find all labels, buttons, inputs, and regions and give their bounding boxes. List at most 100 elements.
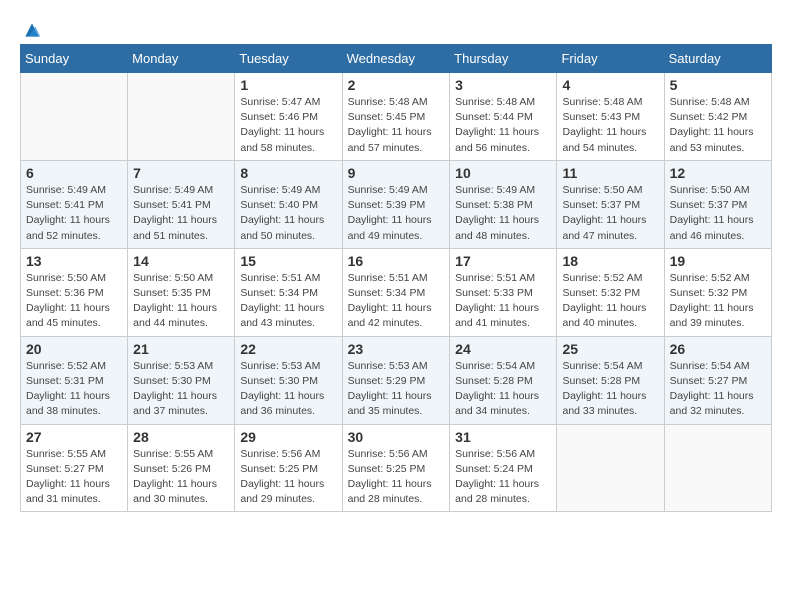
day-info: Sunrise: 5:48 AM Sunset: 5:45 PM Dayligh… bbox=[348, 95, 445, 156]
calendar-cell: 27Sunrise: 5:55 AM Sunset: 5:27 PM Dayli… bbox=[21, 424, 128, 512]
day-number: 31 bbox=[455, 429, 551, 445]
calendar-cell: 21Sunrise: 5:53 AM Sunset: 5:30 PM Dayli… bbox=[128, 336, 235, 424]
calendar-cell: 29 Sunrise: 5:56 AM Sunset: 5:25 PM Dayli… bbox=[235, 424, 342, 512]
day-number: 25 bbox=[562, 341, 658, 357]
day-info: Sunrise: 5:49 AM Sunset: 5:41 PM Dayligh… bbox=[26, 183, 122, 244]
day-of-week-header: Monday bbox=[128, 45, 235, 73]
day-number: 2 bbox=[348, 77, 445, 93]
calendar-cell bbox=[664, 424, 771, 512]
day-of-week-header: Saturday bbox=[664, 45, 771, 73]
day-info: Sunrise: 5:54 AM Sunset: 5:28 PM Dayligh… bbox=[455, 359, 551, 420]
day-number: 29 bbox=[240, 429, 336, 445]
day-number: 10 bbox=[455, 165, 551, 181]
day-number: 5 bbox=[670, 77, 766, 93]
calendar-cell: 14 Sunrise: 5:50 AM Sunset: 5:35 PM Dayli… bbox=[128, 248, 235, 336]
day-of-week-header: Thursday bbox=[450, 45, 557, 73]
day-info: Sunrise: 5:48 AM Sunset: 5:43 PM Dayligh… bbox=[562, 95, 658, 156]
day-number: 7 bbox=[133, 165, 229, 181]
day-info: Sunrise: 5:51 AM Sunset: 5:34 PM Dayligh… bbox=[348, 271, 445, 332]
day-number: 20 bbox=[26, 341, 122, 357]
day-info: Sunrise: 5:49 AM Sunset: 5:41 PM Dayligh… bbox=[133, 183, 229, 244]
day-number: 30 bbox=[348, 429, 445, 445]
calendar-cell: 17 Sunrise: 5:51 AM Sunset: 5:33 PM Dayli… bbox=[450, 248, 557, 336]
day-info: Sunrise: 5:50 AM Sunset: 5:37 PM Dayligh… bbox=[562, 183, 658, 244]
day-info: Sunrise: 5:56 AM Sunset: 5:25 PM Dayligh… bbox=[240, 447, 336, 508]
logo-icon bbox=[22, 20, 42, 40]
calendar-cell: 3 Sunrise: 5:48 AM Sunset: 5:44 PM Daylig… bbox=[450, 73, 557, 161]
day-number: 13 bbox=[26, 253, 122, 269]
day-info: Sunrise: 5:50 AM Sunset: 5:35 PM Dayligh… bbox=[133, 271, 229, 332]
calendar-cell: 25Sunrise: 5:54 AM Sunset: 5:28 PM Dayli… bbox=[557, 336, 664, 424]
calendar-cell: 7 Sunrise: 5:49 AM Sunset: 5:41 PM Daylig… bbox=[128, 160, 235, 248]
calendar-cell bbox=[128, 73, 235, 161]
day-number: 12 bbox=[670, 165, 766, 181]
day-number: 22 bbox=[240, 341, 336, 357]
day-number: 24 bbox=[455, 341, 551, 357]
calendar-cell: 19Sunrise: 5:52 AM Sunset: 5:32 PM Dayli… bbox=[664, 248, 771, 336]
day-info: Sunrise: 5:48 AM Sunset: 5:44 PM Dayligh… bbox=[455, 95, 551, 156]
calendar-cell: 15 Sunrise: 5:51 AM Sunset: 5:34 PM Dayli… bbox=[235, 248, 342, 336]
day-number: 15 bbox=[240, 253, 336, 269]
day-number: 11 bbox=[562, 165, 658, 181]
day-number: 6 bbox=[26, 165, 122, 181]
calendar-cell bbox=[21, 73, 128, 161]
day-number: 27 bbox=[26, 429, 122, 445]
calendar-week-row: 20 Sunrise: 5:52 AM Sunset: 5:31 PM Dayli… bbox=[21, 336, 772, 424]
calendar-cell: 20 Sunrise: 5:52 AM Sunset: 5:31 PM Dayli… bbox=[21, 336, 128, 424]
day-info: Sunrise: 5:54 AM Sunset: 5:27 PM Dayligh… bbox=[670, 359, 766, 420]
day-info: Sunrise: 5:48 AM Sunset: 5:42 PM Dayligh… bbox=[670, 95, 766, 156]
calendar-cell: 10Sunrise: 5:49 AM Sunset: 5:38 PM Dayli… bbox=[450, 160, 557, 248]
day-info: Sunrise: 5:56 AM Sunset: 5:25 PM Dayligh… bbox=[348, 447, 445, 508]
calendar-cell: 30 Sunrise: 5:56 AM Sunset: 5:25 PM Dayli… bbox=[342, 424, 450, 512]
day-number: 17 bbox=[455, 253, 551, 269]
day-number: 18 bbox=[562, 253, 658, 269]
calendar-cell: 5 Sunrise: 5:48 AM Sunset: 5:42 PM Daylig… bbox=[664, 73, 771, 161]
day-number: 21 bbox=[133, 341, 229, 357]
calendar-week-row: 13 Sunrise: 5:50 AM Sunset: 5:36 PM Dayli… bbox=[21, 248, 772, 336]
day-number: 19 bbox=[670, 253, 766, 269]
calendar-cell: 9 Sunrise: 5:49 AM Sunset: 5:39 PM Daylig… bbox=[342, 160, 450, 248]
calendar-week-row: 1 Sunrise: 5:47 AM Sunset: 5:46 PM Daylig… bbox=[21, 73, 772, 161]
logo bbox=[20, 20, 42, 34]
day-info: Sunrise: 5:55 AM Sunset: 5:26 PM Dayligh… bbox=[133, 447, 229, 508]
calendar-cell: 22 Sunrise: 5:53 AM Sunset: 5:30 PM Dayli… bbox=[235, 336, 342, 424]
calendar-cell: 18 Sunrise: 5:52 AM Sunset: 5:32 PM Dayli… bbox=[557, 248, 664, 336]
day-number: 14 bbox=[133, 253, 229, 269]
day-number: 9 bbox=[348, 165, 445, 181]
day-of-week-header: Friday bbox=[557, 45, 664, 73]
day-number: 26 bbox=[670, 341, 766, 357]
day-info: Sunrise: 5:50 AM Sunset: 5:37 PM Dayligh… bbox=[670, 183, 766, 244]
day-info: Sunrise: 5:56 AM Sunset: 5:24 PM Dayligh… bbox=[455, 447, 551, 508]
day-info: Sunrise: 5:49 AM Sunset: 5:40 PM Dayligh… bbox=[240, 183, 336, 244]
day-info: Sunrise: 5:51 AM Sunset: 5:34 PM Dayligh… bbox=[240, 271, 336, 332]
day-number: 16 bbox=[348, 253, 445, 269]
calendar-cell: 24 Sunrise: 5:54 AM Sunset: 5:28 PM Dayli… bbox=[450, 336, 557, 424]
day-number: 3 bbox=[455, 77, 551, 93]
day-number: 28 bbox=[133, 429, 229, 445]
day-info: Sunrise: 5:52 AM Sunset: 5:31 PM Dayligh… bbox=[26, 359, 122, 420]
day-number: 23 bbox=[348, 341, 445, 357]
calendar-cell: 8 Sunrise: 5:49 AM Sunset: 5:40 PM Daylig… bbox=[235, 160, 342, 248]
calendar-cell: 6 Sunrise: 5:49 AM Sunset: 5:41 PM Daylig… bbox=[21, 160, 128, 248]
day-info: Sunrise: 5:50 AM Sunset: 5:36 PM Dayligh… bbox=[26, 271, 122, 332]
calendar-cell: 16 Sunrise: 5:51 AM Sunset: 5:34 PM Dayli… bbox=[342, 248, 450, 336]
day-info: Sunrise: 5:47 AM Sunset: 5:46 PM Dayligh… bbox=[240, 95, 336, 156]
calendar-cell: 4 Sunrise: 5:48 AM Sunset: 5:43 PM Daylig… bbox=[557, 73, 664, 161]
day-of-week-header: Tuesday bbox=[235, 45, 342, 73]
calendar-week-row: 27Sunrise: 5:55 AM Sunset: 5:27 PM Dayli… bbox=[21, 424, 772, 512]
day-info: Sunrise: 5:53 AM Sunset: 5:29 PM Dayligh… bbox=[348, 359, 445, 420]
calendar-week-row: 6 Sunrise: 5:49 AM Sunset: 5:41 PM Daylig… bbox=[21, 160, 772, 248]
calendar-cell: 13 Sunrise: 5:50 AM Sunset: 5:36 PM Dayli… bbox=[21, 248, 128, 336]
day-info: Sunrise: 5:51 AM Sunset: 5:33 PM Dayligh… bbox=[455, 271, 551, 332]
day-info: Sunrise: 5:53 AM Sunset: 5:30 PM Dayligh… bbox=[240, 359, 336, 420]
day-number: 4 bbox=[562, 77, 658, 93]
day-number: 8 bbox=[240, 165, 336, 181]
day-info: Sunrise: 5:52 AM Sunset: 5:32 PM Dayligh… bbox=[562, 271, 658, 332]
calendar-cell: 28 Sunrise: 5:55 AM Sunset: 5:26 PM Dayli… bbox=[128, 424, 235, 512]
calendar-cell: 23 Sunrise: 5:53 AM Sunset: 5:29 PM Dayli… bbox=[342, 336, 450, 424]
calendar-cell: 31 Sunrise: 5:56 AM Sunset: 5:24 PM Dayli… bbox=[450, 424, 557, 512]
day-number: 1 bbox=[240, 77, 336, 93]
day-info: Sunrise: 5:49 AM Sunset: 5:39 PM Dayligh… bbox=[348, 183, 445, 244]
calendar-cell: 26 Sunrise: 5:54 AM Sunset: 5:27 PM Dayli… bbox=[664, 336, 771, 424]
page-header bbox=[20, 20, 772, 34]
